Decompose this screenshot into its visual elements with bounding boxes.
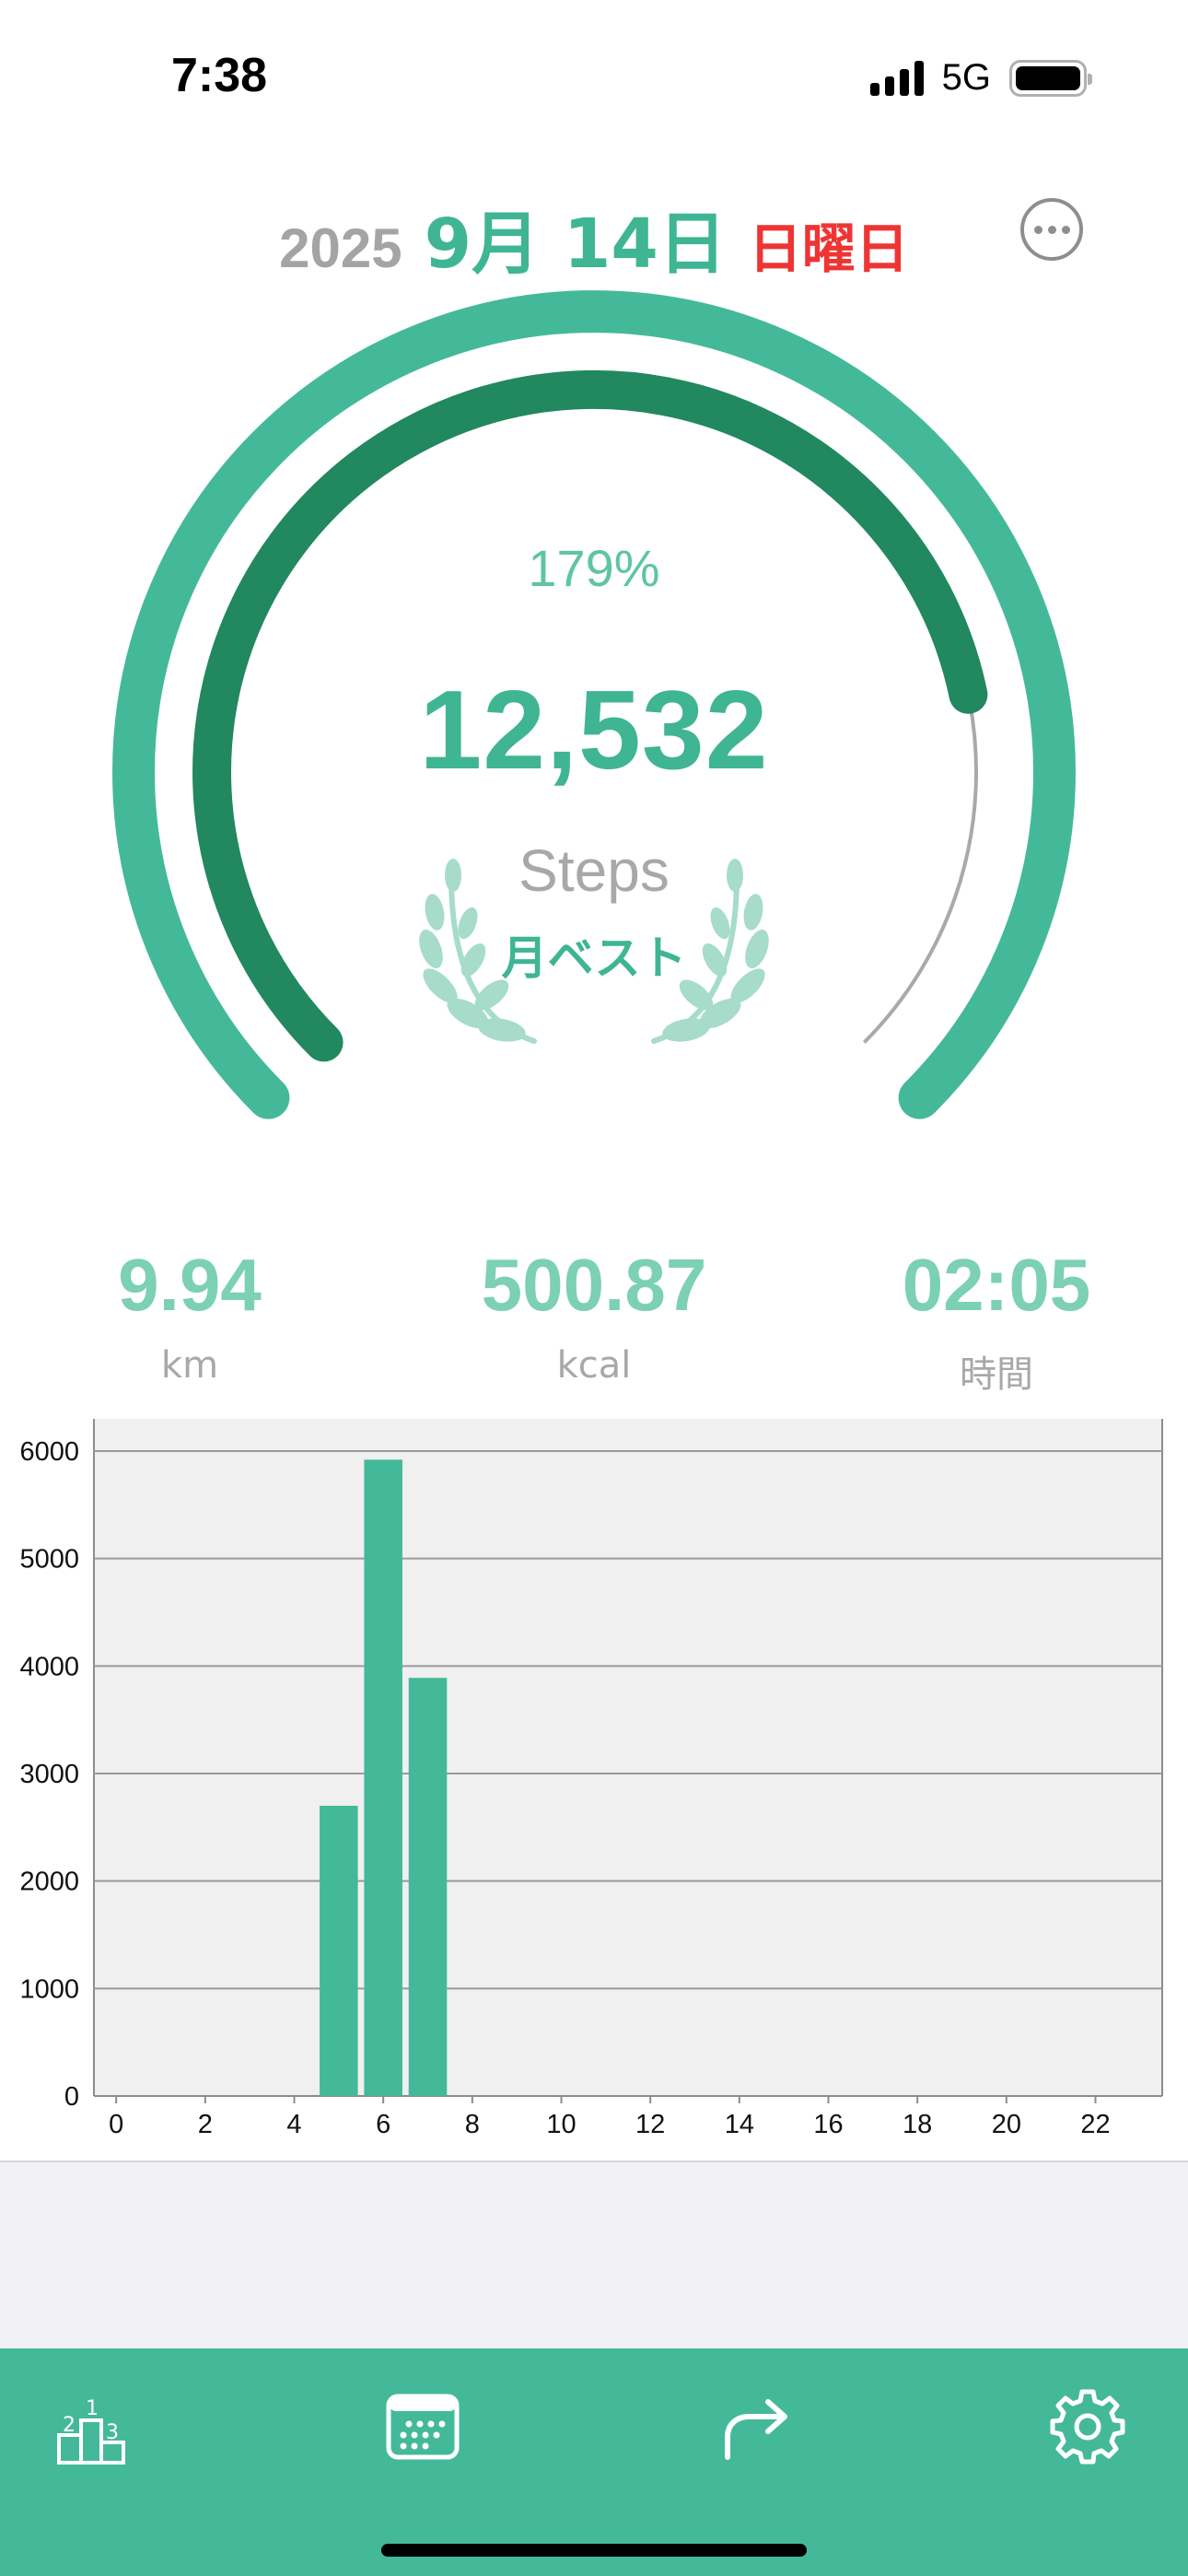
calories-stat: 500.87 kcal [437,1239,751,1387]
hour-bar [408,1678,448,2096]
svg-text:2: 2 [63,2414,76,2437]
gear-icon [1050,2389,1125,2465]
more-options-button[interactable] [1020,198,1083,261]
y-tick-label: 5000 [19,1545,79,1575]
share-arrow-icon [725,2399,787,2460]
calories-unit: kcal [556,1344,632,1387]
home-indicator [381,2544,807,2557]
calories-value: 500.87 [481,1244,707,1326]
tab-share[interactable] [705,2376,807,2477]
battery-icon [1009,59,1092,97]
x-tick-label: 0 [109,2110,123,2139]
y-tick-label: 1000 [19,1974,79,2004]
x-tick-label: 16 [813,2110,843,2139]
duration-unit: 時間 [960,1353,1033,1396]
status-time: 7:38 [171,49,268,102]
x-tick-label: 20 [992,2110,1021,2139]
y-tick-label: 2000 [19,1868,79,1897]
x-tick-label: 10 [546,2110,576,2139]
y-tick-label: 3000 [19,1760,79,1789]
x-tick-label: 8 [465,2110,480,2139]
x-tick-label: 6 [376,2110,390,2139]
x-tick-label: 18 [903,2110,932,2139]
distance-unit: km [160,1344,219,1387]
tab-ranking[interactable]: 1 2 3 [44,2376,146,2477]
y-tick-label: 4000 [19,1652,79,1681]
signal-strength-icon [869,60,924,96]
hour-bar [364,1459,402,2096]
x-tick-label: 12 [635,2110,665,2139]
date-header[interactable]: 2025 9月 14日 日曜日 [0,189,1188,284]
x-tick-label: 14 [725,2110,754,2139]
x-tick-label: 4 [286,2110,301,2139]
x-tick-label: 22 [1080,2110,1110,2139]
date-weekday: 日曜日 [748,217,909,280]
content-spacer [0,2160,1188,2348]
date-year: 2025 [279,217,402,279]
y-tick-label: 0 [64,2082,79,2112]
steps-unit: Steps [518,837,670,904]
status-indicators: 5G [869,57,1092,99]
distance-stat: 9.94 km [33,1239,346,1387]
network-type: 5G [941,57,991,98]
hourly-steps-chart-plot: 0 1000 2000 3000 4000 5000 6000 0 2 4 6 8 10 12 14 16 18… [19,1419,1163,2139]
status-bar: 7:38 5G [0,0,1188,157]
date-month-day: 9月 14日 [424,205,727,284]
svg-text:3: 3 [106,2421,119,2444]
duration-value: 02:05 [902,1244,1091,1326]
ellipsis-circle-icon [1033,225,1042,234]
goal-percent: 179% [528,539,660,597]
tab-calendar[interactable] [372,2376,473,2477]
x-tick-label: 2 [198,2110,213,2139]
duration-stat: 02:05 時間 [840,1239,1153,1398]
calendar-icon [386,2394,460,2460]
distance-value: 9.94 [118,1244,262,1326]
y-tick-label: 6000 [19,1437,79,1467]
step-count: 12,532 [419,667,769,792]
tab-bar: 1 2 3 [0,2348,1188,2576]
stats-row: 9.94 km 500.87 kcal 02:05 時間 [0,1239,1188,1396]
hour-bar [320,1806,358,2096]
tab-settings[interactable] [1037,2376,1138,2477]
svg-text:1: 1 [86,2397,99,2420]
chart-plot-area [94,1419,1162,2096]
hourly-steps-chart[interactable]: 0 1000 2000 3000 4000 5000 6000 0 2 4 6 8 10 12 14 16 18… [0,1419,1188,2160]
monthly-best-badge: 月ベスト [501,931,687,985]
podium-ranking-icon: 1 2 3 [57,2397,125,2465]
